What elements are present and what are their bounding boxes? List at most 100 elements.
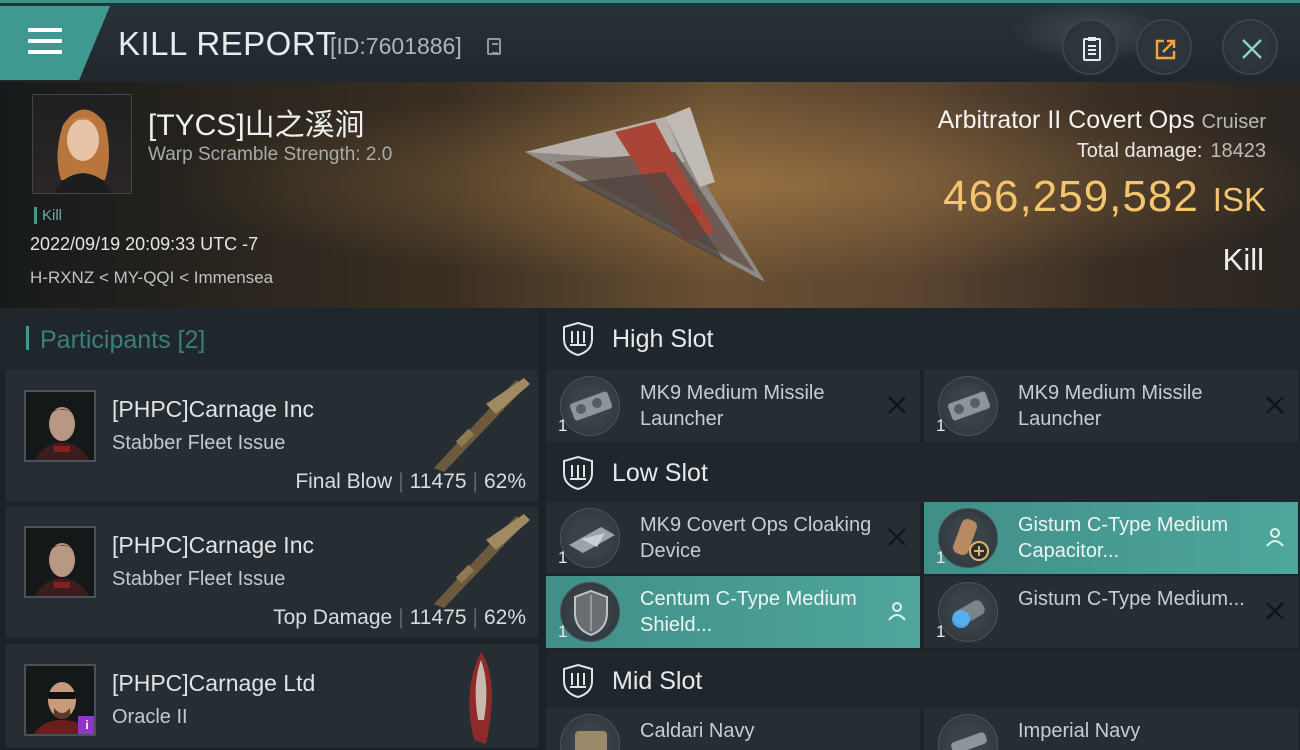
participant-ship: Stabber Fleet Issue (112, 432, 286, 454)
ship-name[interactable]: Arbitrator II Covert Ops Cruiser (938, 106, 1266, 135)
clipboard-button[interactable] (1062, 19, 1118, 75)
participants-label: Participants [2] (40, 326, 206, 354)
module-qty: 1 (558, 416, 568, 435)
copy-icon[interactable] (487, 38, 501, 55)
participant-role: Final Blow (295, 470, 393, 493)
module-icon (560, 714, 620, 750)
destroyed-x-icon (888, 396, 906, 414)
slot-shield-icon (563, 321, 593, 357)
total-damage: Total damage: 18423 (1076, 140, 1266, 162)
capacitor-icon (938, 508, 998, 568)
kill-result: Kill (1222, 242, 1264, 277)
participant-role: Top Damage (273, 606, 393, 629)
share-button[interactable] (1136, 19, 1192, 75)
destroyed-x-icon (1266, 602, 1284, 620)
participant-avatar: i (24, 664, 96, 736)
module-item-selected[interactable]: 1 Centum C-Type Medium Shield... (546, 576, 920, 648)
dropped-pilot-icon (1266, 528, 1284, 547)
participant-percent: 62% (483, 606, 526, 629)
close-button[interactable] (1222, 19, 1278, 75)
weapon-icon (434, 378, 530, 472)
menu-icon (28, 28, 62, 32)
slot-shield-icon (563, 663, 593, 699)
participant-stats: Top Damage | 11475 | 62% (273, 606, 526, 629)
ship-class: Cruiser (1201, 111, 1266, 133)
slot-shield-icon (563, 455, 593, 491)
participants-header: Participants [2] (0, 308, 538, 370)
participant-avatar (24, 390, 96, 462)
module-qty: 1 (936, 548, 946, 567)
module-name: Caldari Navy (640, 720, 755, 742)
menu-button[interactable] (0, 6, 110, 80)
low-slot-header: Low Slot (546, 442, 1300, 504)
close-icon (1242, 39, 1262, 59)
missile-launcher-icon (560, 376, 620, 436)
total-damage-value: 18423 (1210, 140, 1266, 162)
participant-ship: Stabber Fleet Issue (112, 568, 286, 590)
module-item[interactable]: 1 MK9 Medium Missile Launcher (924, 370, 1298, 442)
victim-name[interactable]: [TYCS]山之溪涧 (148, 100, 365, 144)
mid-slot-label: Mid Slot (612, 667, 703, 695)
kill-location[interactable]: H-RXNZ < MY-QQI < Immensea (30, 268, 273, 288)
low-slot-label: Low Slot (612, 459, 708, 487)
module-icon (938, 714, 998, 750)
module-item[interactable]: 1 Imperial Navy (924, 708, 1298, 750)
kill-id: [ID:7601886] (330, 33, 462, 59)
pilot-avatar-icon (35, 543, 89, 596)
module-name: Imperial Navy (1018, 720, 1141, 742)
participant-damage: 11475 (409, 470, 467, 493)
kill-datetime: 2022/09/19 20:09:33 UTC -7 (30, 234, 259, 254)
ship-icon (469, 652, 492, 744)
participant-card[interactable]: i [PHPC]Carnage Ltd Oracle II (6, 644, 538, 750)
participant-name: [PHPC]Carnage Ltd (112, 670, 316, 696)
participant-percent: 62% (483, 470, 526, 493)
warp-scramble-strength: Warp Scramble Strength: 2.0 (148, 144, 393, 165)
missile-launcher-icon (938, 376, 998, 436)
shield-module-icon (560, 582, 620, 642)
module-name: MK9 Medium Missile Launcher (640, 382, 825, 430)
clipboard-icon (1083, 37, 1101, 61)
module-qty: 1 (558, 548, 568, 567)
ship-render-image[interactable] (515, 92, 775, 292)
victim-banner: [TYCS]山之溪涧 Warp Scramble Strength: 2.0 K… (0, 82, 1300, 308)
dropped-pilot-icon (888, 602, 906, 621)
module-item[interactable]: 1 MK9 Covert Ops Cloaking Device (546, 502, 920, 574)
top-bar: KILL REPORT [ID:7601886] (0, 0, 1300, 82)
mid-slot-header: Mid Slot (546, 650, 1300, 712)
participant-name: [PHPC]Carnage Inc (112, 532, 314, 558)
destroyed-x-icon (888, 528, 906, 546)
participant-damage: 11475 (409, 606, 467, 629)
module-name: Gistum C-Type Medium Capacitor... (1018, 514, 1229, 562)
kill-tag: Kill (34, 207, 62, 224)
participant-ship: Oracle II (112, 706, 188, 728)
pilot-avatar-icon (53, 109, 113, 193)
module-name: Centum C-Type Medium Shield... (640, 588, 857, 636)
module-item[interactable]: 1 MK9 Medium Missile Launcher (546, 370, 920, 442)
cloaking-device-icon (560, 508, 620, 568)
participant-avatar (24, 526, 96, 598)
participant-stats: Final Blow | 11475 | 62% (295, 470, 526, 493)
participant-card[interactable]: [PHPC]Carnage Inc Stabber Fleet Issue Fi… (6, 370, 538, 504)
module-name: MK9 Covert Ops Cloaking Device (640, 514, 872, 562)
module-item[interactable]: 1 Gistum C-Type Medium... (924, 576, 1298, 648)
module-item[interactable]: 1 Caldari Navy (546, 708, 920, 750)
module-qty: 1 (936, 622, 946, 641)
module-item-selected[interactable]: 1 Gistum C-Type Medium Capacitor... (924, 502, 1298, 574)
high-slot-label: High Slot (612, 325, 714, 353)
participant-card[interactable]: [PHPC]Carnage Inc Stabber Fleet Issue To… (6, 506, 538, 640)
share-icon (1155, 39, 1176, 60)
capacitor-module-icon (938, 582, 998, 642)
participant-name: [PHPC]Carnage Inc (112, 396, 314, 422)
module-name: MK9 Medium Missile Launcher (1018, 382, 1203, 430)
page-title: KILL REPORT (118, 25, 337, 62)
high-slot-header: High Slot (546, 308, 1300, 370)
module-qty: 1 (936, 416, 946, 435)
victim-portrait[interactable] (32, 94, 132, 194)
pilot-avatar-icon (35, 407, 89, 460)
destroyed-x-icon (1266, 396, 1284, 414)
module-qty: 1 (558, 622, 568, 641)
info-badge-icon: i (78, 716, 94, 734)
isk-currency: ISK (1212, 181, 1266, 218)
module-name: Gistum C-Type Medium... (1018, 588, 1245, 610)
isk-value: 466,259,582 ISK (943, 172, 1266, 221)
